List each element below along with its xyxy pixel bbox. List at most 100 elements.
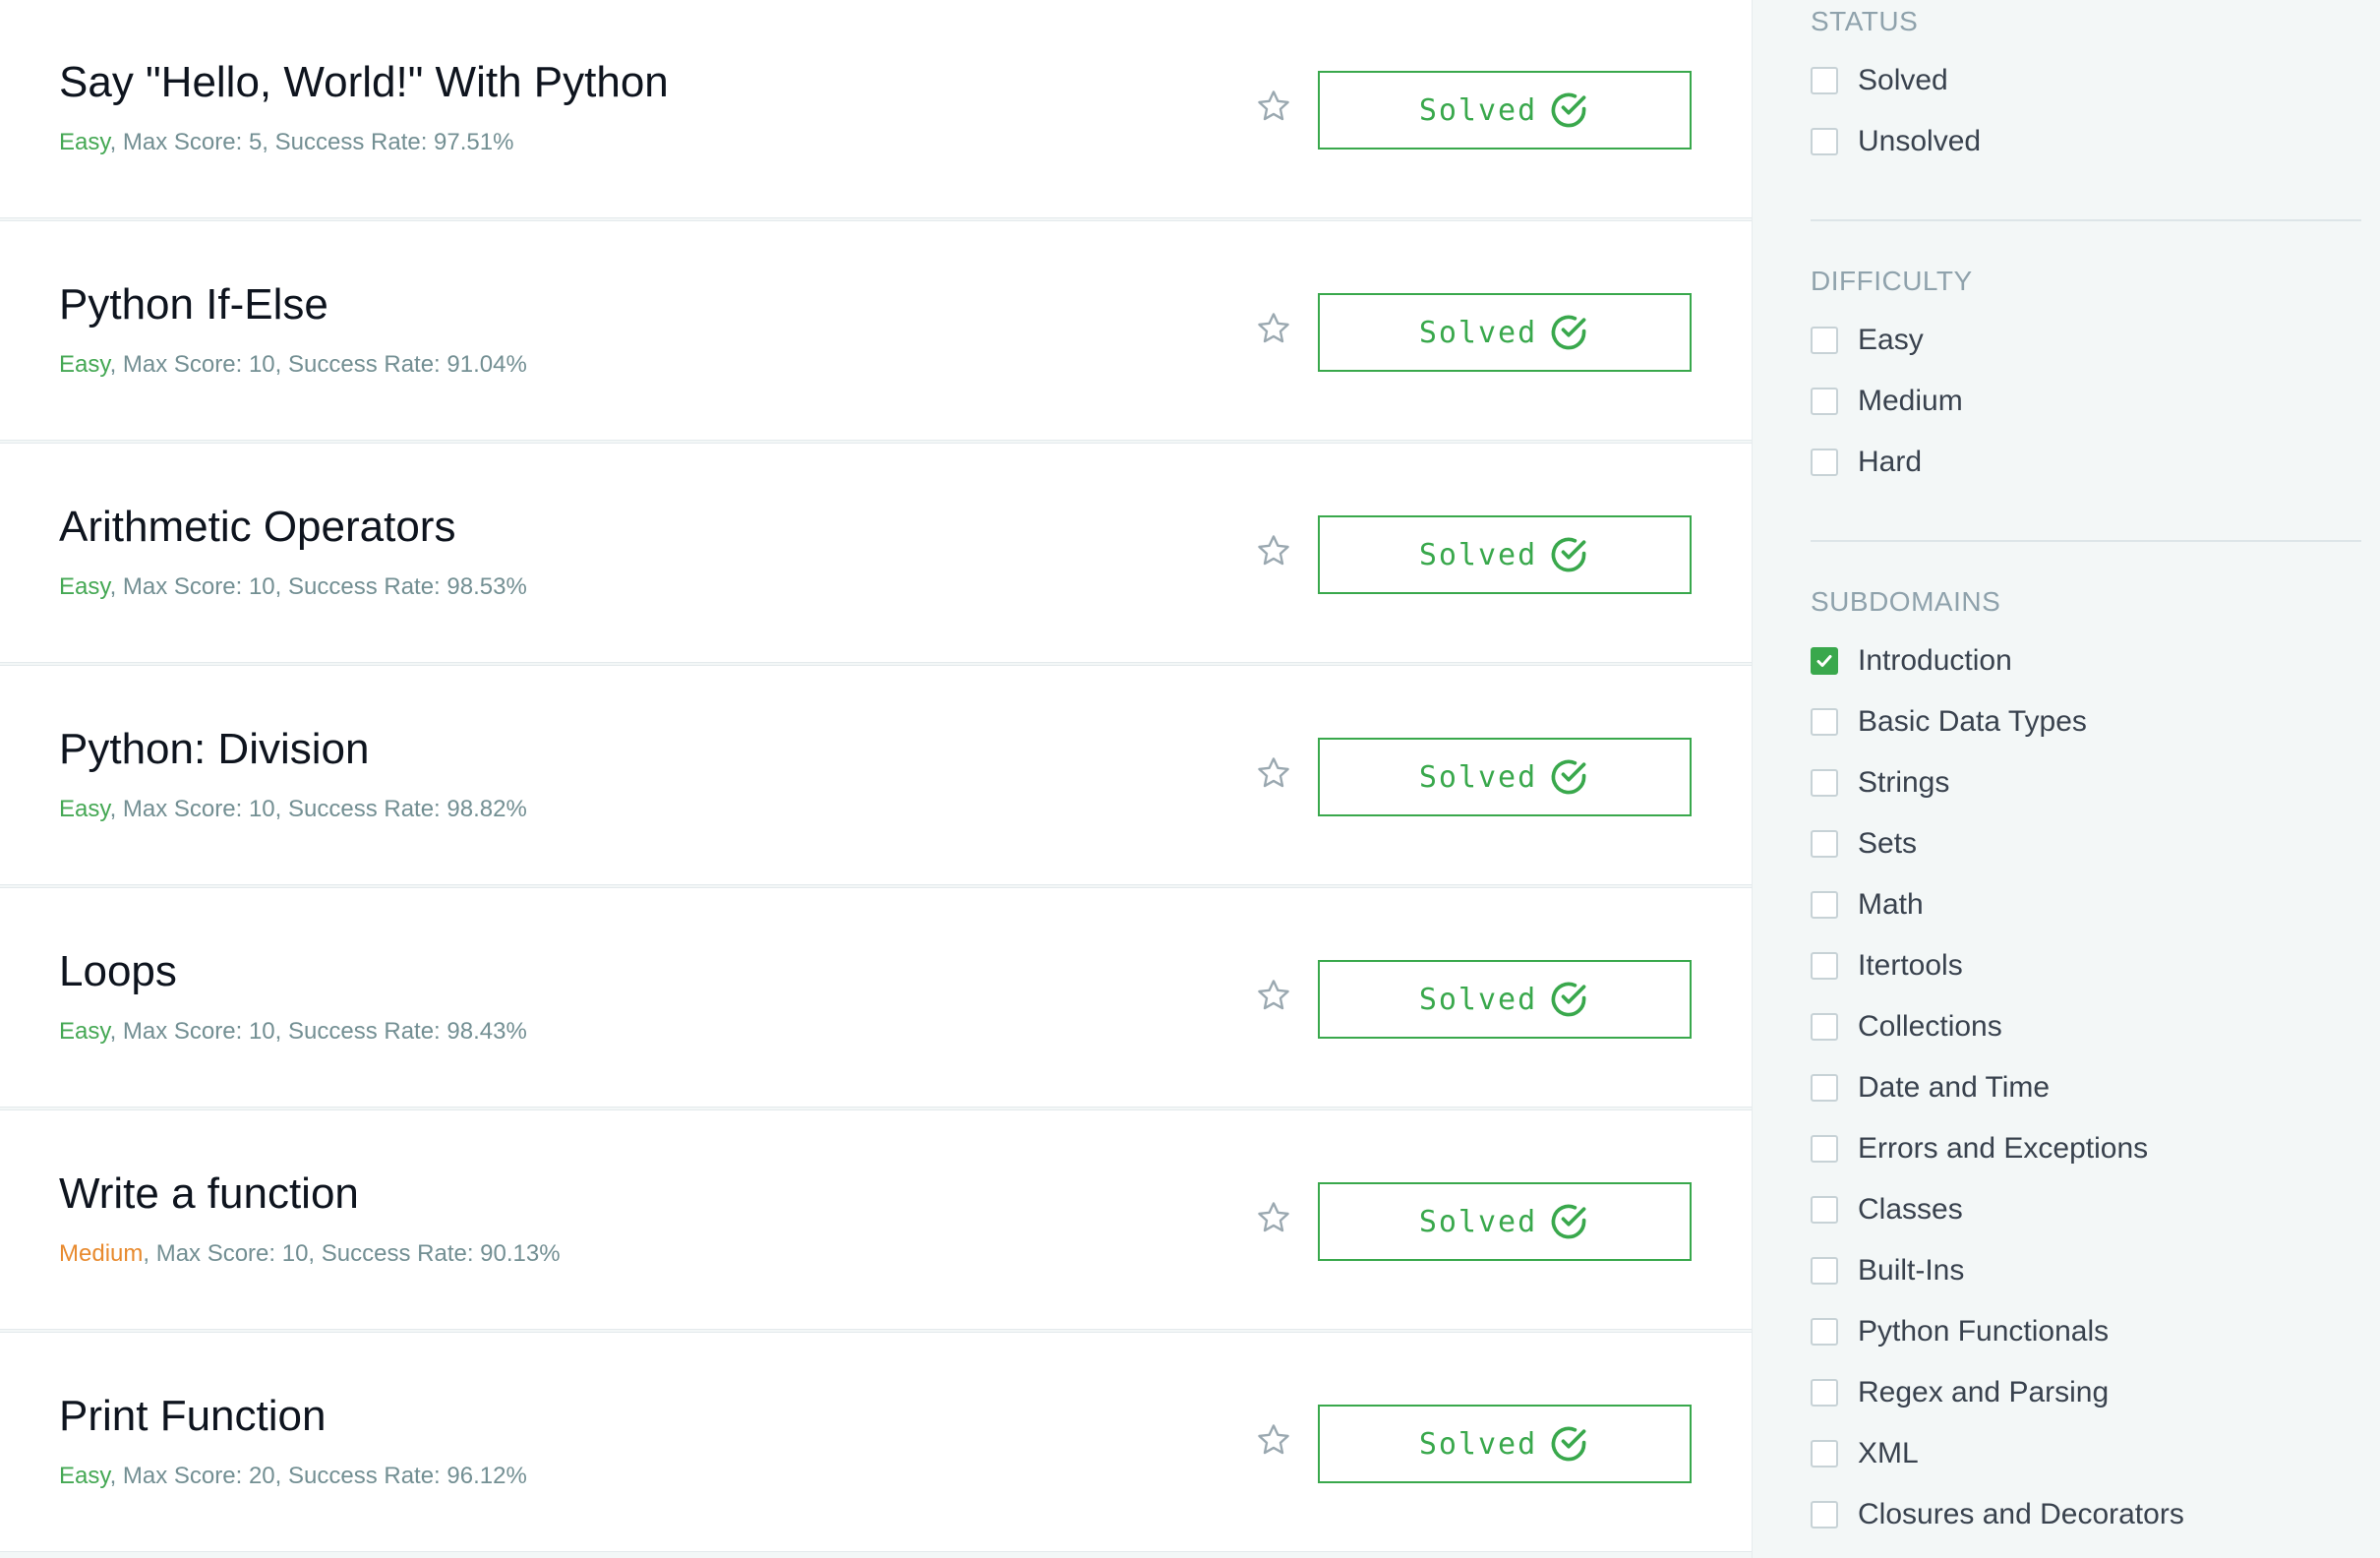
subdomain-filter-regex-and-parsing[interactable]: Regex and Parsing [1811,1373,2109,1412]
filter-option-label: Basic Data Types [1858,705,2087,738]
filter-sidebar: STATUS Solved Unsolved DIFFICULTY Easy M… [1752,0,2380,1558]
bookmark-star-button[interactable] [1255,1421,1292,1459]
subdomain-filter-errors-and-exceptions[interactable]: Errors and Exceptions [1811,1129,2148,1168]
bookmark-star-button[interactable] [1255,1199,1292,1236]
check-circle-icon [1551,1426,1586,1462]
challenge-card[interactable]: Say "Hello, World!" With Python Easy, Ma… [0,0,1752,218]
checkbox[interactable] [1811,769,1838,797]
checkbox[interactable] [1811,952,1838,980]
challenge-meta: Easy, Max Score: 10, Success Rate: 98.43… [59,1018,527,1046]
filter-option-label: Introduction [1858,644,2012,677]
checkbox[interactable] [1811,1257,1838,1285]
status-filter-unsolved[interactable]: Unsolved [1811,122,1981,161]
solved-button[interactable]: Solved [1318,515,1692,594]
bookmark-star-button[interactable] [1255,532,1292,569]
challenge-card[interactable]: Python If-Else Easy, Max Score: 10, Succ… [0,220,1752,441]
checkbox[interactable] [1811,1196,1838,1224]
check-circle-icon [1551,315,1586,350]
score-rate-text: , Max Score: 20, Success Rate: 96.12% [109,1463,527,1489]
subdomain-filter-strings[interactable]: Strings [1811,763,1949,803]
subdomain-filter-built-ins[interactable]: Built-Ins [1811,1251,1964,1290]
section-divider [1811,219,2361,221]
filter-option-label: Built-Ins [1858,1254,1965,1287]
checkbox[interactable] [1811,449,1838,476]
challenge-title[interactable]: Arithmetic Operators [59,503,455,552]
solved-button[interactable]: Solved [1318,960,1692,1039]
checkbox[interactable] [1811,128,1838,155]
subdomain-filter-closures-and-decorators[interactable]: Closures and Decorators [1811,1495,2184,1534]
checkbox[interactable] [1811,708,1838,736]
subdomain-filter-basic-data-types[interactable]: Basic Data Types [1811,702,2087,742]
challenge-page: Say "Hello, World!" With Python Easy, Ma… [0,0,2380,1558]
star-outline-icon [1258,757,1289,788]
subdomain-filter-python-functionals[interactable]: Python Functionals [1811,1312,2109,1351]
checkbox[interactable] [1811,1135,1838,1163]
challenge-meta: Medium, Max Score: 10, Success Rate: 90.… [59,1240,561,1268]
filter-option-label: Medium [1858,385,1963,417]
subdomain-filter-collections[interactable]: Collections [1811,1007,2002,1047]
difficulty-label: Easy [59,573,110,600]
bookmark-star-button[interactable] [1255,88,1292,125]
checkbox[interactable] [1811,327,1838,354]
checkbox-checked[interactable] [1811,647,1838,675]
filter-option-label: Solved [1858,64,1948,96]
star-outline-icon [1258,1202,1289,1232]
challenge-card[interactable]: Loops Easy, Max Score: 10, Success Rate:… [0,887,1752,1108]
checkbox[interactable] [1811,388,1838,415]
solved-button[interactable]: Solved [1318,71,1692,150]
filter-option-label: Closures and Decorators [1858,1498,2184,1530]
checkbox[interactable] [1811,1379,1838,1407]
difficulty-section-title: DIFFICULTY [1811,266,1973,296]
status-filter-solved[interactable]: Solved [1811,61,1948,100]
solved-button[interactable]: Solved [1318,1182,1692,1261]
challenge-meta: Easy, Max Score: 10, Success Rate: 98.82… [59,796,527,823]
subdomain-filter-date-and-time[interactable]: Date and Time [1811,1068,2050,1108]
difficulty-label: Easy [59,129,110,155]
difficulty-filter-medium[interactable]: Medium [1811,382,1963,421]
subdomain-filter-classes[interactable]: Classes [1811,1190,1963,1229]
difficulty-filter-hard[interactable]: Hard [1811,443,1922,482]
check-circle-icon [1551,537,1586,572]
solved-button[interactable]: Solved [1318,1405,1692,1483]
subdomain-filter-itertools[interactable]: Itertools [1811,946,1963,986]
challenge-title[interactable]: Python: Division [59,725,369,774]
challenge-card[interactable]: Arithmetic Operators Easy, Max Score: 10… [0,443,1752,663]
subdomain-filter-introduction[interactable]: Introduction [1811,641,2012,681]
check-circle-icon [1551,1204,1586,1239]
checkbox[interactable] [1811,891,1838,919]
status-section-title: STATUS [1811,6,1919,36]
star-outline-icon [1258,313,1289,343]
solved-button[interactable]: Solved [1318,738,1692,816]
challenge-title[interactable]: Write a function [59,1169,359,1219]
solved-label: Solved [1418,982,1538,1017]
subdomain-filter-math[interactable]: Math [1811,885,1924,925]
challenge-title[interactable]: Loops [59,947,177,996]
difficulty-filter-easy[interactable]: Easy [1811,321,1924,360]
checkbox[interactable] [1811,1501,1838,1528]
challenge-title[interactable]: Python If-Else [59,280,328,330]
solved-label: Solved [1418,759,1538,795]
checkbox[interactable] [1811,1440,1838,1468]
solved-button[interactable]: Solved [1318,293,1692,372]
challenge-card[interactable]: Print Function Easy, Max Score: 20, Succ… [0,1332,1752,1552]
star-outline-icon [1258,535,1289,566]
checkbox[interactable] [1811,1318,1838,1346]
checkmark-icon [1816,655,1832,667]
challenge-card[interactable]: Python: Division Easy, Max Score: 10, Su… [0,665,1752,885]
challenge-meta: Easy, Max Score: 10, Success Rate: 98.53… [59,573,527,601]
checkbox[interactable] [1811,67,1838,94]
bookmark-star-button[interactable] [1255,310,1292,347]
checkbox[interactable] [1811,1013,1838,1041]
filter-option-label: Math [1858,888,1924,921]
checkbox[interactable] [1811,1074,1838,1102]
challenge-title[interactable]: Say "Hello, World!" With Python [59,58,669,107]
challenge-card[interactable]: Write a function Medium, Max Score: 10, … [0,1109,1752,1330]
challenge-title[interactable]: Print Function [59,1392,326,1441]
checkbox[interactable] [1811,830,1838,858]
difficulty-label: Easy [59,351,110,378]
solved-label: Solved [1418,537,1538,572]
subdomain-filter-xml[interactable]: XML [1811,1434,1919,1473]
subdomain-filter-sets[interactable]: Sets [1811,824,1917,864]
bookmark-star-button[interactable] [1255,754,1292,792]
bookmark-star-button[interactable] [1255,977,1292,1014]
